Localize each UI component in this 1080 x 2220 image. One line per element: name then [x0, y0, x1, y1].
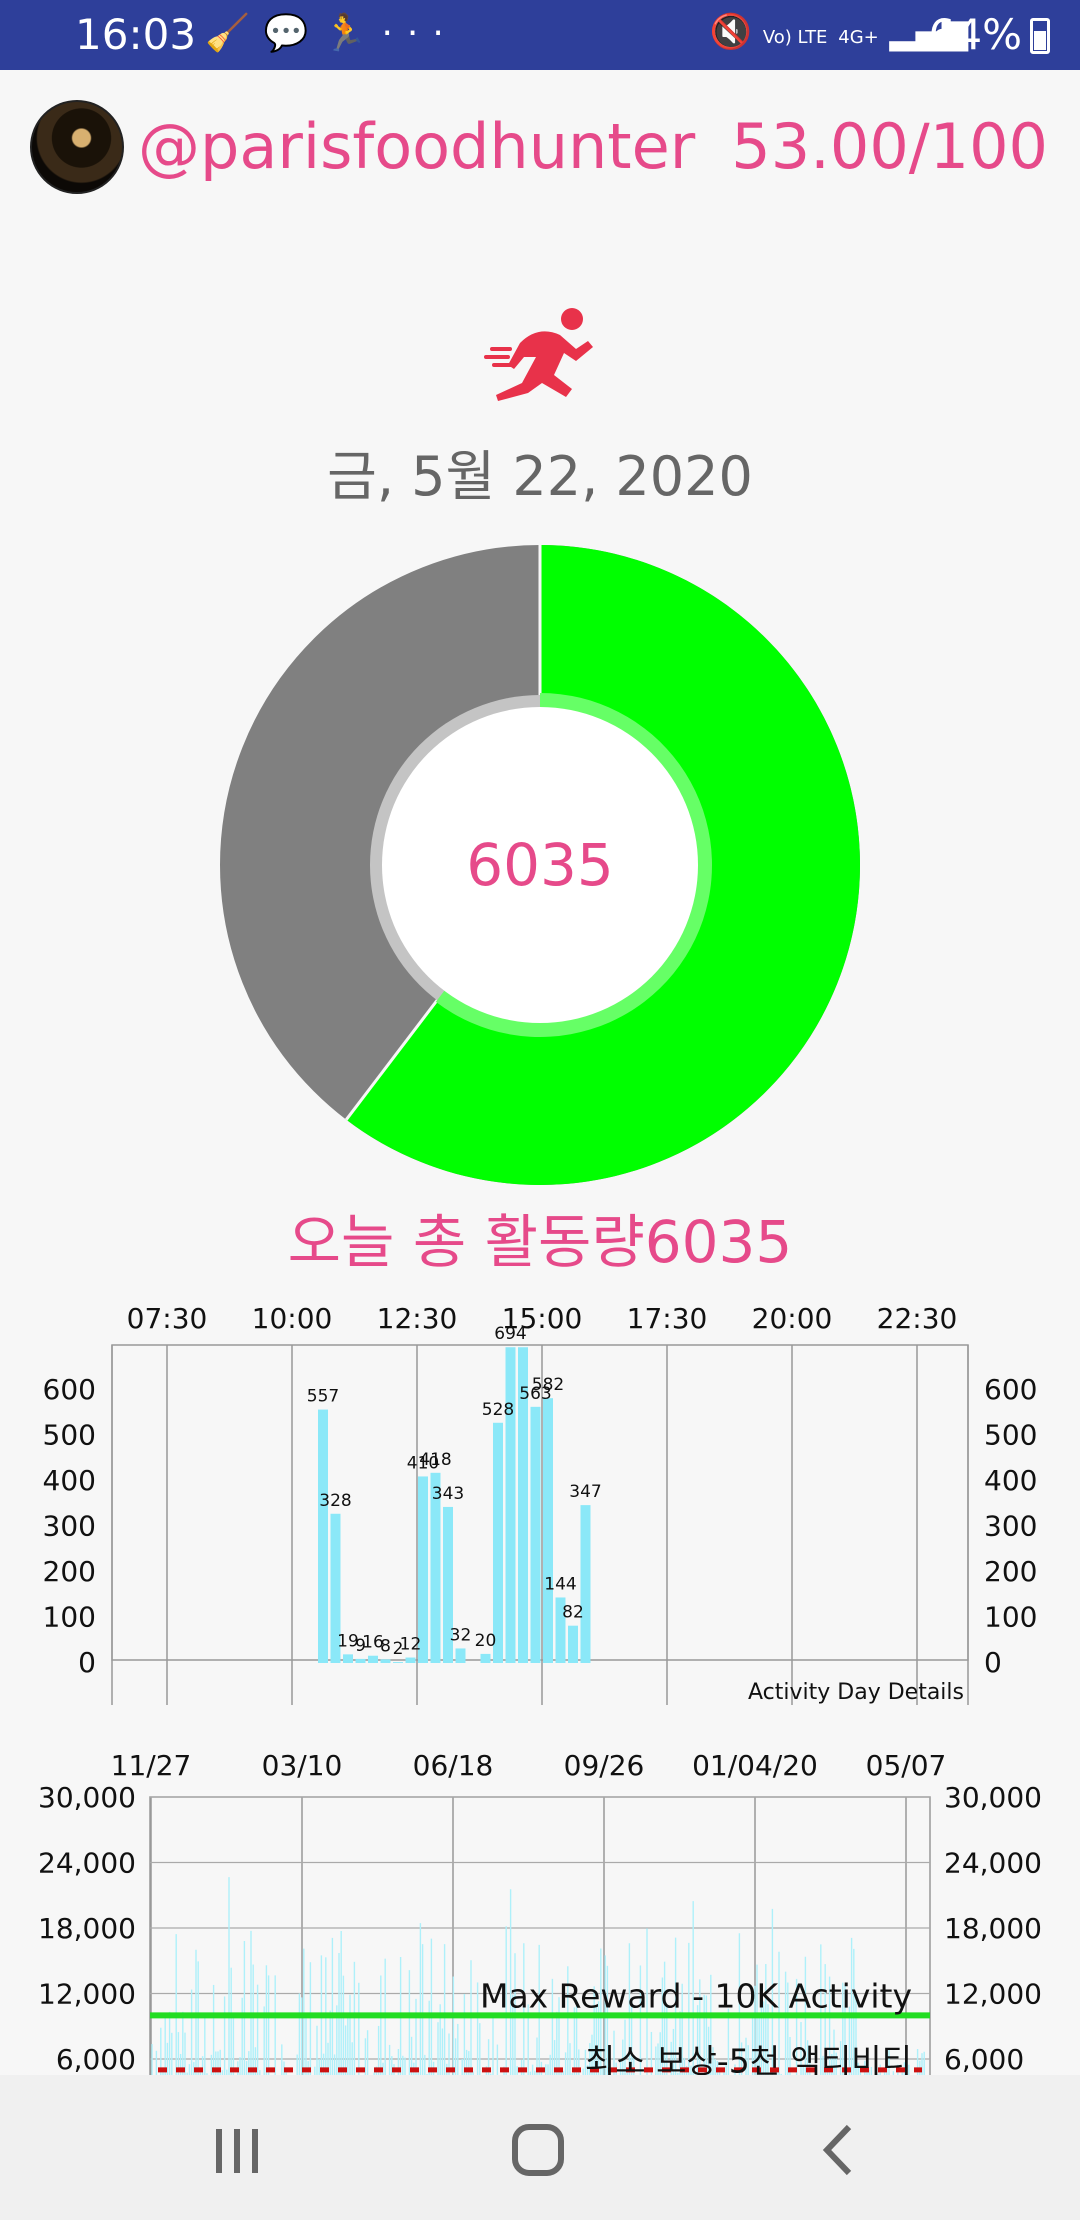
- chart1-bar: [393, 1662, 403, 1663]
- status-bar: 16:03 🧹💬🏃··· 🔇 Vo) LTE 4G+ ▂▄▆ 64%: [0, 0, 1080, 70]
- chart2-y-tick-left: 18,000: [38, 1912, 136, 1945]
- messenger-icon: 💬: [263, 13, 323, 54]
- chart1-bar-label: 12: [400, 1635, 422, 1655]
- chart1-y-tick-left: 0: [78, 1646, 96, 1679]
- home-icon[interactable]: [505, 2115, 575, 2185]
- chart2-y-tick-right: 30,000: [944, 1781, 1042, 1814]
- activity-donut-chart: [220, 545, 860, 1185]
- min-reward-label: 최소 보상-5천 액티비티: [585, 2041, 912, 2075]
- chart1-y-tick-left: 100: [43, 1601, 96, 1634]
- chart1-bar-label: 582: [532, 1375, 564, 1395]
- score: 53.00/100: [731, 110, 1048, 183]
- chart1-y-tick-left: 200: [43, 1555, 96, 1588]
- chart2-x-tick: 01/04/20: [692, 1749, 818, 1782]
- mute-icon: 🔇: [709, 12, 753, 52]
- chart1-bar: [405, 1657, 416, 1663]
- 4g-icon: 4G+: [838, 27, 879, 48]
- status-time: 16:03: [75, 10, 197, 59]
- chart1-x-tick: 07:30: [127, 1302, 208, 1335]
- chart2-y-tick-right: 18,000: [944, 1912, 1042, 1945]
- runner-notification-icon: 🏃: [322, 13, 382, 54]
- chart1-bar-label: 82: [562, 1603, 584, 1623]
- chart1-x-tick: 22:30: [877, 1302, 958, 1335]
- chart1-x-tick: 12:30: [377, 1302, 458, 1335]
- chart1-bar: [480, 1653, 491, 1663]
- chart1-bar-label: 20: [475, 1631, 497, 1651]
- navigation-bar: [0, 2075, 1080, 2220]
- avatar[interactable]: [30, 100, 124, 194]
- chart1-bar-label: 528: [482, 1400, 514, 1420]
- chart1-bar: [343, 1654, 353, 1663]
- chart1-bar-label: 32: [450, 1625, 472, 1645]
- chart1-x-tick: 20:00: [752, 1302, 833, 1335]
- runner-icon: [484, 308, 593, 401]
- chart1-caption: Activity Day Details: [748, 1680, 964, 1705]
- max-reward-label: Max Reward - 10K Activity: [480, 1976, 912, 2015]
- chart1-y-tick-right: 500: [984, 1419, 1037, 1452]
- more-dots-icon: ···: [381, 13, 458, 54]
- chart1-bar: [493, 1422, 503, 1663]
- chart1-y-tick-right: 600: [984, 1373, 1037, 1406]
- chart1-bar-label: 343: [432, 1484, 464, 1504]
- chart2-x-tick: 05/07: [866, 1749, 947, 1782]
- chart1-y-tick-right: 400: [984, 1464, 1037, 1497]
- day-activity-chart: 07:30 10:00 12:30 15:00 17:30 20:00 22:300 0100…: [43, 1302, 1037, 1705]
- chart2-x-tick: 09/26: [564, 1749, 645, 1782]
- chart1-y-tick-left: 300: [43, 1510, 96, 1543]
- chart1-x-tick: 17:30: [627, 1302, 708, 1335]
- back-icon[interactable]: [805, 2115, 875, 2185]
- volte-icon: Vo) LTE: [762, 27, 828, 48]
- chart1-bar-label: 418: [419, 1450, 451, 1470]
- chart1-y-tick-right: 100: [984, 1601, 1037, 1634]
- chart2-x-tick: 11/27: [111, 1749, 192, 1782]
- chart1-bar: [580, 1505, 591, 1663]
- battery-icon: [1030, 18, 1050, 54]
- chart2-y-tick-right: 6,000: [944, 2043, 1024, 2075]
- chart1-bar: [505, 1347, 516, 1663]
- chart1-bar: [455, 1648, 466, 1663]
- chart1-bar: [368, 1655, 378, 1663]
- recents-icon[interactable]: [202, 2115, 272, 2185]
- chart1-y-tick-right: 200: [984, 1555, 1037, 1588]
- chart1-bar: [355, 1658, 366, 1663]
- chart2-y-tick-right: 12,000: [944, 1978, 1042, 2011]
- battery-percent: 64%: [928, 10, 1022, 59]
- total-activity-label: 오늘 총 활동량6035: [287, 1208, 793, 1276]
- chart2-y-tick-left: 24,000: [38, 1847, 136, 1880]
- chart2-x-tick: 03/10: [262, 1749, 343, 1782]
- cleaner-icon: 🧹: [205, 13, 264, 54]
- chart1-y-tick-right: 0: [984, 1646, 1002, 1679]
- chart1-y-tick-left: 500: [43, 1419, 96, 1452]
- chart1-bar-label: 144: [544, 1574, 576, 1594]
- chart1-y-tick-left: 400: [43, 1464, 96, 1497]
- chart1-y-tick-left: 600: [43, 1373, 96, 1406]
- chart1-x-tick: 10:00: [252, 1302, 333, 1335]
- chart1-bar-label: 347: [569, 1482, 601, 1502]
- chart2-y-tick-left: 12,000: [38, 1978, 136, 2011]
- notification-icons: 🧹💬🏃···: [205, 12, 458, 54]
- donut-hole: [382, 707, 698, 1023]
- chart2-y-tick-left: 6,000: [56, 2043, 136, 2075]
- chart1-bar: [530, 1406, 541, 1663]
- chart1-bar: [380, 1659, 391, 1663]
- chart1-bar: [568, 1625, 578, 1663]
- chart2-y-tick-left: 30,000: [38, 1781, 136, 1814]
- chart1-bar: [318, 1409, 328, 1663]
- chart1-bar-label: 557: [307, 1387, 339, 1407]
- chart2-y-tick-right: 24,000: [944, 1847, 1042, 1880]
- profile-header: @parisfoodhunter 53.00/100: [0, 70, 1080, 230]
- chart1-bar-label: 694: [494, 1324, 526, 1344]
- username[interactable]: @parisfoodhunter: [138, 110, 695, 183]
- chart1-y-tick-right: 300: [984, 1510, 1037, 1543]
- chart1-bar-label: 328: [319, 1491, 351, 1511]
- chart2-x-tick: 06/18: [413, 1749, 494, 1782]
- history-activity-chart: 11/27 03/10 06/18 09/26 01/04/20 05/07 6,000 6,…: [38, 1749, 1042, 2075]
- date-label: 금, 5월 22, 2020: [327, 445, 753, 508]
- chart1-bar-label: 8: [380, 1636, 391, 1656]
- chart1-bar: [543, 1398, 553, 1663]
